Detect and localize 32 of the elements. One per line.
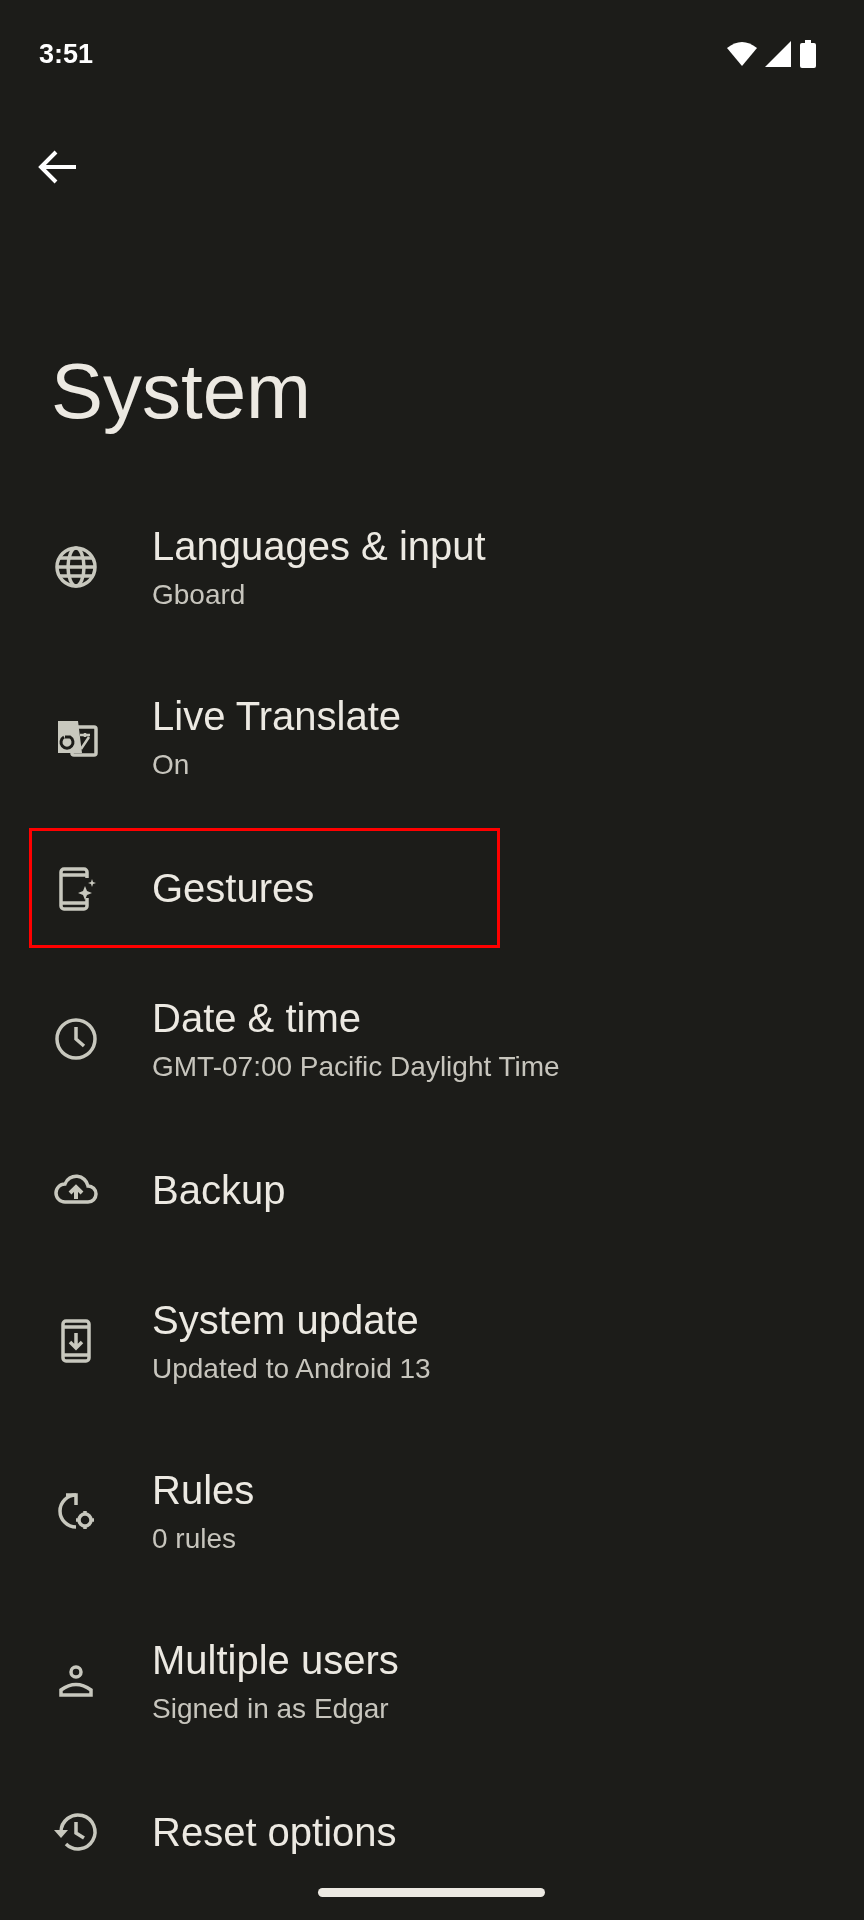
item-title: Multiple users [152,1637,399,1684]
item-title: System update [152,1297,420,1344]
item-subtitle: Signed in as Edgar [152,1692,390,1726]
item-title: Backup [152,1167,286,1214]
settings-item[interactable]: Gestures [0,822,864,954]
clock-icon [52,1015,100,1063]
settings-item[interactable]: Multiple users Signed in as Edgar [0,1596,864,1766]
item-subtitle: GMT-07:00 Pacific Daylight Time [152,1050,560,1084]
item-title: Date & time [152,995,362,1042]
settings-item[interactable]: Reset options [0,1766,864,1898]
status-time: 3:51 [39,37,94,71]
wifi-icon [727,41,757,67]
item-title: Live Translate [152,693,402,740]
battery-icon [799,40,817,68]
back-arrow-icon[interactable] [38,149,78,185]
signal-icon [765,41,791,67]
page-title: System [51,345,312,437]
item-subtitle: Updated to Android 13 [152,1352,431,1386]
settings-item[interactable]: Languages & input Gboard [0,482,864,652]
settings-item[interactable]: Live Translate On [0,652,864,822]
settings-item[interactable]: System update Updated to Android 13 [0,1256,864,1426]
item-title: Reset options [152,1809,397,1856]
item-title: Rules [152,1467,255,1514]
item-title: Languages & input [152,523,486,570]
settings-item[interactable]: Date & time GMT-07:00 Pacific Daylight Time [0,954,864,1124]
item-subtitle: 0 rules [152,1522,238,1556]
settings-item[interactable]: Rules 0 rules [0,1426,864,1596]
item-subtitle: On [152,748,191,782]
settings-item[interactable]: Backup [0,1124,864,1256]
item-title: Gestures [152,865,315,912]
globe-icon [52,543,100,591]
item-subtitle: Gboard [152,578,247,612]
